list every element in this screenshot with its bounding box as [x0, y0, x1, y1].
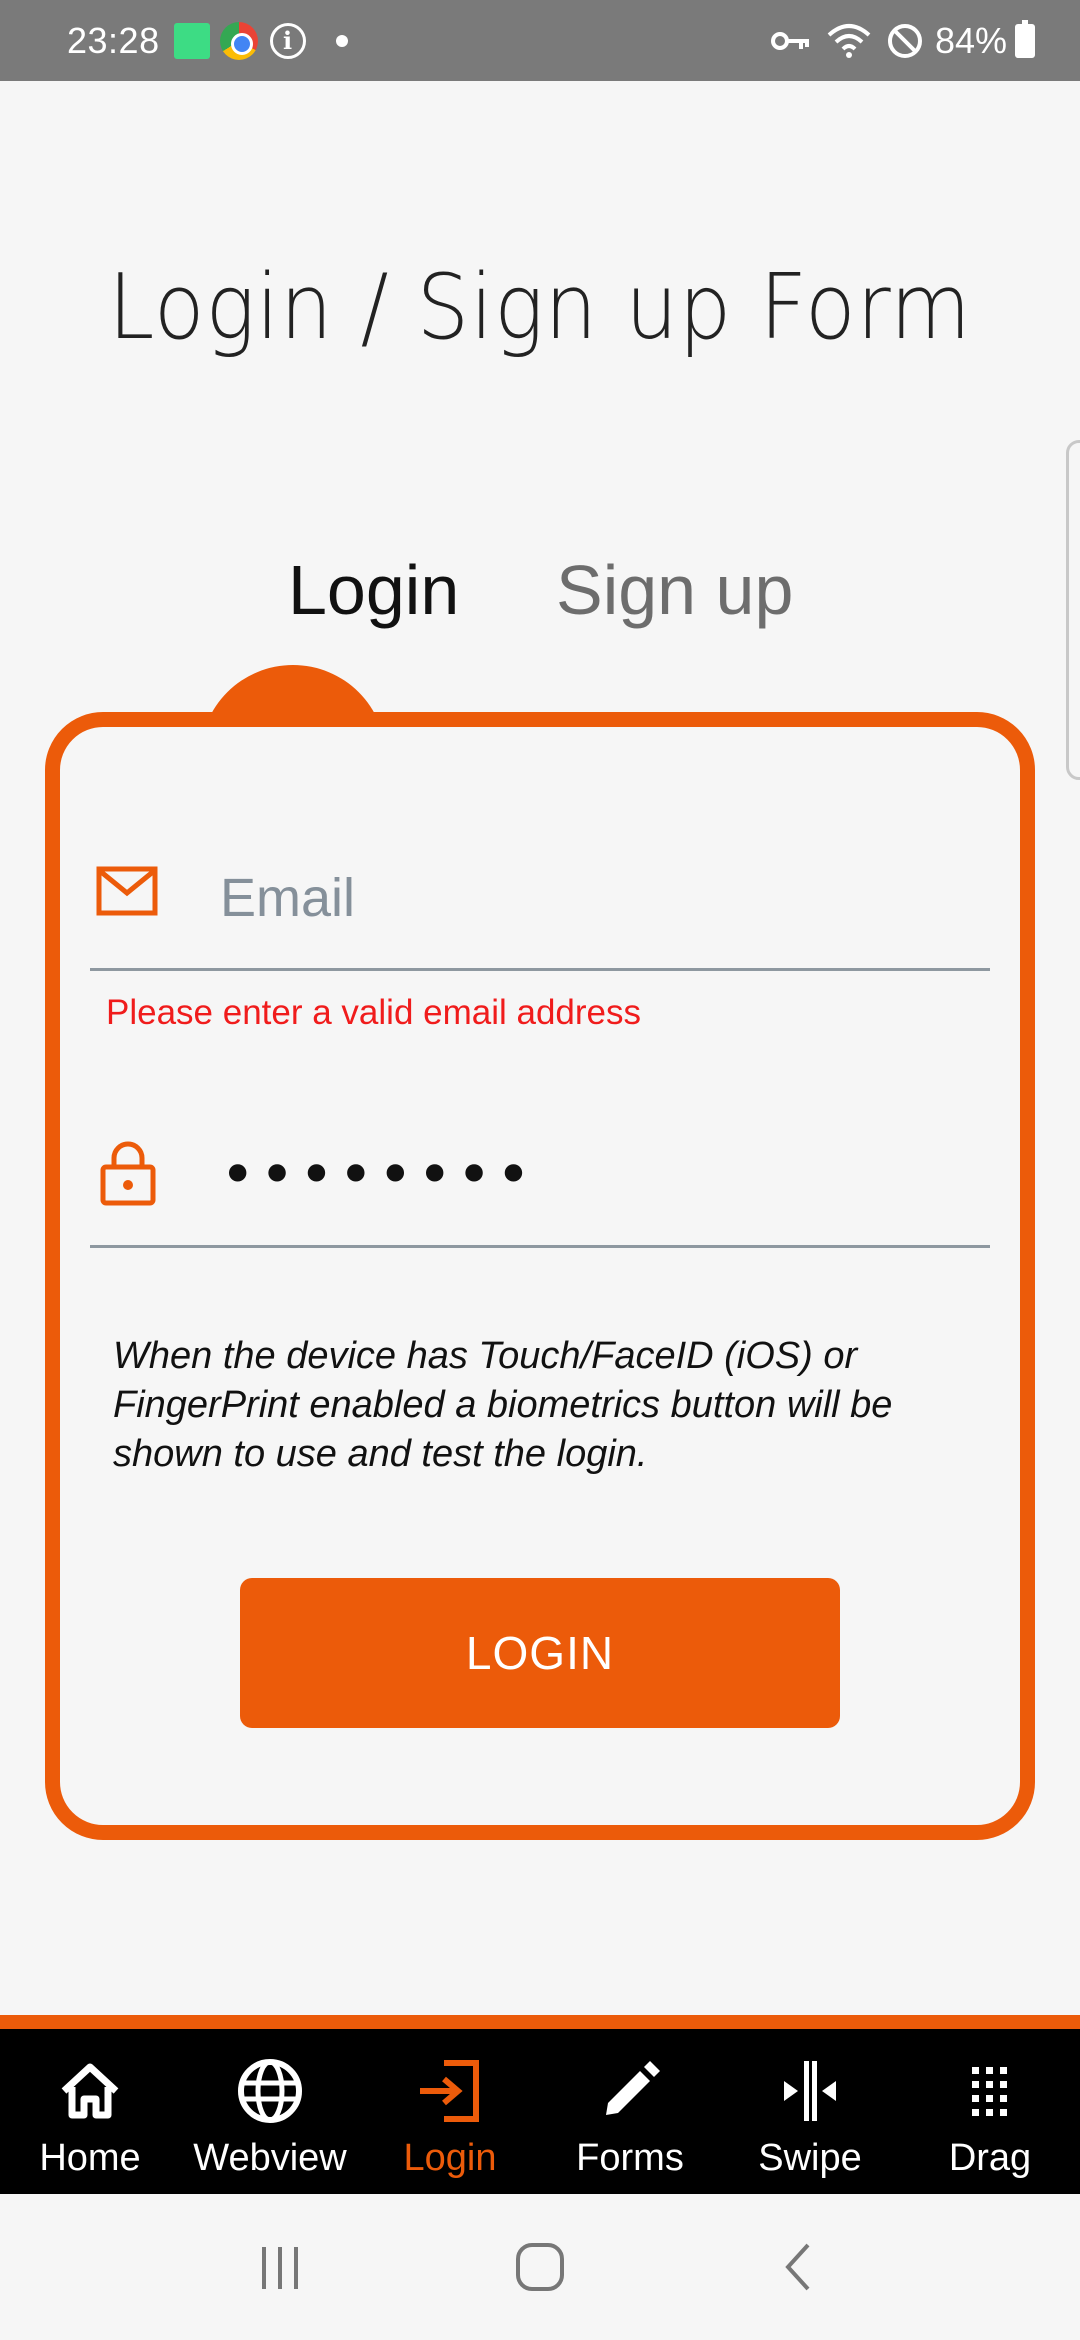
- nav-item-webview[interactable]: Webview: [180, 2029, 360, 2194]
- recent-apps-icon[interactable]: [250, 2237, 310, 2297]
- do-not-disturb-icon: [887, 23, 922, 58]
- status-left: 23:28 i: [67, 20, 348, 62]
- chrome-notification-icon: [219, 21, 258, 60]
- back-button-icon[interactable]: [770, 2237, 830, 2297]
- lock-icon: [100, 1141, 156, 1206]
- info-notification-icon: i: [269, 22, 306, 59]
- nav-label-swipe: Swipe: [758, 2137, 862, 2179]
- swipe-icon: [784, 2061, 836, 2121]
- status-time: 23:28: [67, 19, 160, 61]
- password-input[interactable]: [220, 1135, 980, 1215]
- email-underline: [90, 968, 990, 971]
- login-icon: [420, 2060, 479, 2122]
- nav-label-drag: Drag: [948, 2137, 1032, 2179]
- home-icon: [61, 2063, 119, 2119]
- email-icon: [96, 866, 158, 916]
- password-underline: [90, 1245, 990, 1248]
- tab-login[interactable]: Login: [288, 550, 459, 630]
- nav-item-swipe[interactable]: Swipe: [720, 2029, 900, 2194]
- battery-icon: [1015, 19, 1035, 58]
- globe-icon: [238, 2059, 302, 2123]
- pencil-icon: [606, 2061, 660, 2115]
- system-navigation-bar: [0, 2194, 1080, 2340]
- tab-sign-up[interactable]: Sign up: [556, 550, 793, 630]
- tab-bar-accent-line: [0, 2015, 1080, 2029]
- app-notification-icon: [173, 22, 210, 59]
- nav-label-forms: Forms: [576, 2137, 684, 2179]
- nav-item-home[interactable]: Home: [0, 2029, 180, 2194]
- grid-icon: [972, 2067, 1007, 2116]
- email-input[interactable]: [220, 858, 980, 938]
- nav-label-login: Login: [403, 2137, 497, 2179]
- nav-item-drag[interactable]: Drag: [900, 2029, 1080, 2194]
- vpn-key-icon: [770, 31, 809, 50]
- biometrics-help-text: When the device has Touch/FaceID (iOS) o…: [113, 1335, 893, 1475]
- more-notifications-dot-icon: [335, 34, 348, 47]
- app-screen: 23:28 i 84% Login / Sign up Form Login S…: [0, 0, 1080, 2340]
- form-tabs: Login Sign up: [0, 550, 1080, 640]
- battery-percentage: 84%: [934, 19, 1007, 61]
- nav-label-webview: Webview: [193, 2137, 347, 2179]
- home-button-icon[interactable]: [510, 2237, 570, 2297]
- page-title: Login / Sign up Form: [108, 255, 972, 360]
- wifi-icon: [827, 23, 871, 58]
- login-button[interactable]: LOGIN: [240, 1578, 840, 1728]
- nav-item-login[interactable]: Login: [360, 2029, 540, 2194]
- nav-item-forms[interactable]: Forms: [540, 2029, 720, 2194]
- status-bar: 23:28 i 84%: [0, 0, 1080, 81]
- email-error-message: Please enter a valid email address: [106, 993, 642, 1032]
- nav-label-home: Home: [39, 2137, 141, 2179]
- status-right: 84%: [755, 19, 1035, 62]
- bottom-tab-bar: Home Webview Login Forms Swipe Drag: [0, 2029, 1080, 2194]
